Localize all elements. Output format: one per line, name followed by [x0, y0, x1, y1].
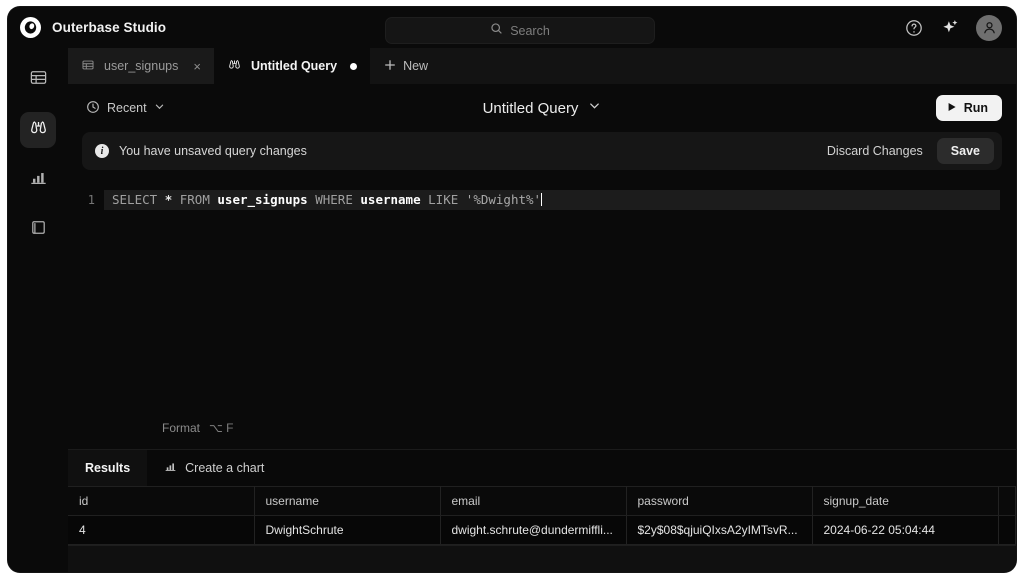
chevron-down-icon[interactable] [588, 99, 601, 117]
sql-token-plain [172, 192, 180, 207]
unsaved-changes-banner: i You have unsaved query changes Discard… [82, 132, 1002, 170]
column-header-filler [998, 486, 1016, 516]
table-header-row: id username email password signup_date [68, 486, 1016, 516]
results-tab-bar: Results Create a chart [68, 450, 1016, 486]
search-icon [490, 22, 503, 40]
search-placeholder: Search [510, 23, 550, 38]
banner-wrapper: i You have unsaved query changes Discard… [68, 132, 1016, 170]
column-header-username[interactable]: username [254, 486, 441, 516]
page-title: Untitled Query [482, 99, 579, 117]
app-title: Outerbase Studio [52, 20, 167, 35]
bar-chart-icon [164, 460, 177, 476]
app-window: Outerbase Studio Search user_signups × U… [8, 7, 1016, 572]
sql-editor-pane: 1 SELECT * FROM user_signups WHERE usern… [68, 170, 1016, 449]
close-icon[interactable]: × [193, 60, 201, 73]
sidebar-item-tables[interactable] [20, 62, 56, 98]
tab-strip-filler [442, 48, 1016, 84]
chevron-down-icon [154, 101, 165, 115]
binoculars-icon [227, 57, 242, 75]
table-icon [29, 68, 48, 92]
run-label: Run [963, 101, 988, 115]
column-header-password[interactable]: password [626, 486, 813, 516]
code-row: 1 SELECT * FROM user_signups WHERE usern… [68, 190, 1016, 210]
tab-user-signups[interactable]: user_signups × [68, 48, 214, 84]
titlebar-actions [904, 14, 1002, 41]
tab-label: user_signups [104, 59, 179, 73]
cell-filler [998, 515, 1016, 545]
query-toolbar: Recent Untitled Query Run [68, 84, 1016, 132]
results-panel: Results Create a chart id username email… [68, 449, 1016, 572]
results-table: id username email password signup_date 4… [68, 486, 1016, 545]
cell-signup-date[interactable]: 2024-06-22 05:04:44 [812, 515, 999, 545]
query-title-group: Untitled Query [68, 99, 1016, 117]
sql-token-str: '%Dwight%' [465, 192, 542, 207]
banner-actions: Discard Changes Save [821, 138, 994, 164]
left-rail [8, 48, 68, 572]
tab-untitled-query[interactable]: Untitled Query [213, 48, 371, 84]
line-number: 1 [87, 193, 95, 207]
sidebar-item-docs[interactable] [20, 212, 56, 248]
clock-icon [86, 100, 100, 117]
unsaved-dot-icon [350, 62, 358, 70]
search-input[interactable]: Search [385, 17, 655, 44]
app-brand: Outerbase Studio [20, 17, 166, 38]
user-avatar-icon[interactable] [976, 14, 1002, 41]
sql-token-kw: WHERE [315, 192, 353, 207]
cell-username[interactable]: DwightSchrute [254, 515, 441, 545]
tab-results[interactable]: Results [68, 450, 148, 486]
help-circle-icon[interactable] [904, 18, 924, 38]
sql-token-kw: FROM [179, 192, 210, 207]
create-chart-label: Create a chart [185, 461, 265, 475]
sql-input[interactable]: SELECT * FROM user_signups WHERE usernam… [104, 190, 1000, 210]
recent-label: Recent [107, 101, 147, 115]
discard-changes-button[interactable]: Discard Changes [821, 144, 929, 158]
tab-label: Untitled Query [250, 59, 338, 73]
workspace: user_signups × Untitled Query New Recent… [68, 48, 1016, 572]
tab-strip: user_signups × Untitled Query New [68, 48, 1016, 84]
sidebar-item-charts[interactable] [20, 162, 56, 198]
sql-token-plain [157, 192, 165, 207]
cell-password[interactable]: $2y$08$qjuiQIxsA2yIMTsvR... [626, 515, 813, 545]
info-icon: i [95, 144, 109, 158]
cell-email[interactable]: dwight.schrute@dundermiffli... [440, 515, 627, 545]
sql-token-kw: LIKE [428, 192, 459, 207]
format-shortcut: ⌥ F [209, 421, 234, 435]
sparkles-icon[interactable] [940, 18, 960, 38]
column-header-signup-date[interactable]: signup_date [812, 486, 999, 516]
play-icon [947, 101, 957, 115]
book-icon [29, 218, 48, 242]
new-tab-label: New [403, 59, 429, 73]
save-button[interactable]: Save [936, 138, 994, 164]
column-header-id[interactable]: id [68, 486, 255, 516]
app-body: user_signups × Untitled Query New Recent… [8, 48, 1016, 572]
format-hint[interactable]: Format ⌥ F [68, 421, 1016, 449]
results-tab-label: Results [85, 461, 131, 475]
format-label: Format [162, 421, 201, 435]
column-header-email[interactable]: email [440, 486, 627, 516]
banner-message: You have unsaved query changes [119, 144, 307, 158]
plus-icon [384, 59, 396, 74]
bar-chart-icon [29, 168, 48, 192]
title-bar: Outerbase Studio Search [8, 7, 1016, 48]
binoculars-icon [28, 117, 49, 143]
new-tab-button[interactable]: New [370, 48, 442, 84]
sql-token-kw: SELECT [112, 192, 158, 207]
sql-token-id: username [360, 192, 421, 207]
sql-token-plain [458, 192, 466, 207]
run-button[interactable]: Run [935, 95, 1002, 121]
outerbase-logo-icon [20, 17, 41, 38]
table-icon [81, 58, 95, 75]
text-caret [541, 193, 543, 206]
recent-dropdown[interactable]: Recent [86, 100, 165, 117]
sidebar-item-query[interactable] [20, 112, 56, 148]
table-row[interactable]: 4 DwightSchrute dwight.schrute@dundermif… [68, 515, 1016, 545]
results-footer [68, 545, 1016, 572]
cell-id[interactable]: 4 [68, 515, 255, 545]
tab-create-a-chart[interactable]: Create a chart [147, 450, 281, 486]
sql-token-id: user_signups [217, 192, 308, 207]
